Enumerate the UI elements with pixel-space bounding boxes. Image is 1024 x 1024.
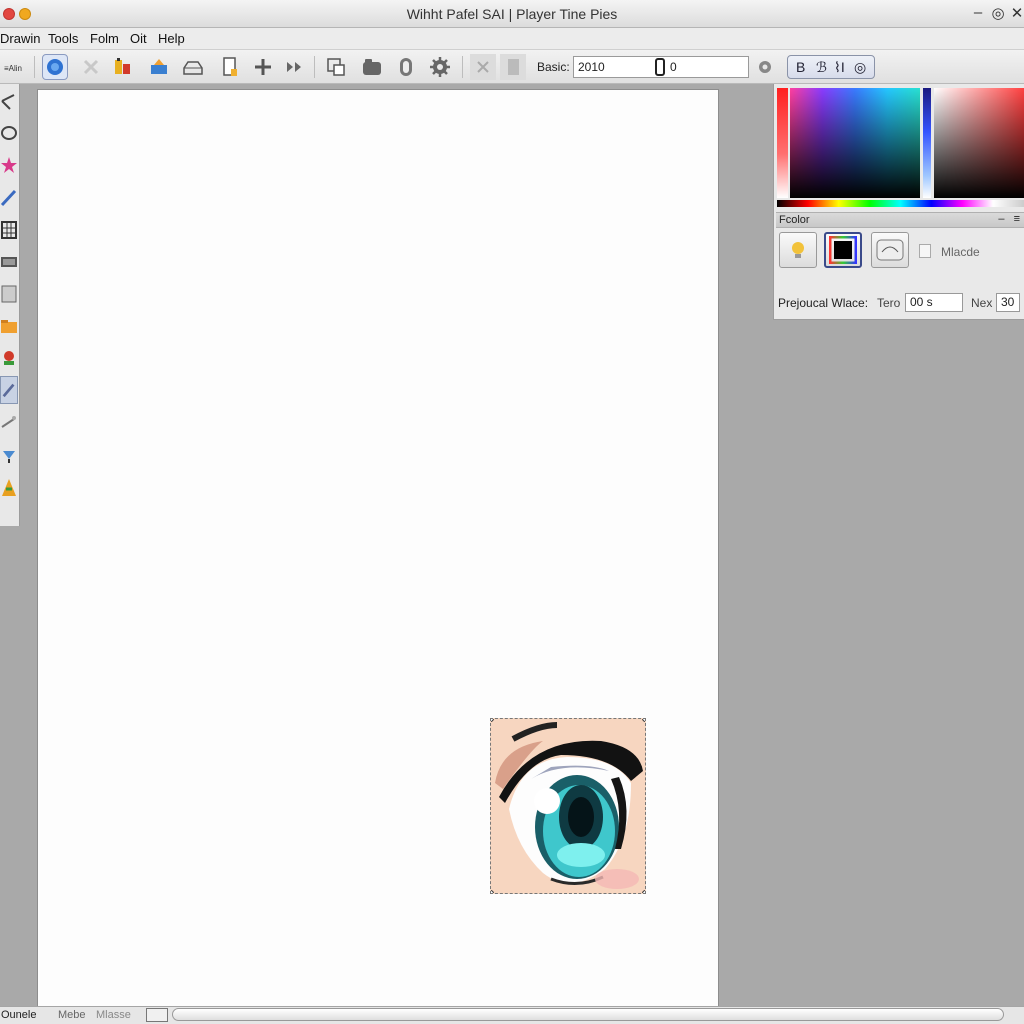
prejoucal-label: Prejoucal Wlace: <box>778 296 869 310</box>
toolbar: ≡Alin Basic: 2010 0 B ℬ ⌇I ◎ <box>0 50 1024 84</box>
tray-icon[interactable] <box>180 54 206 80</box>
menu-help[interactable]: Help <box>158 31 185 46</box>
cone-tool-icon[interactable] <box>0 474 18 502</box>
menu-folm[interactable]: Folm <box>90 31 119 46</box>
grid-tool-icon[interactable] <box>0 216 18 244</box>
menu-drawin[interactable]: Drawin <box>0 31 40 46</box>
status-toggle-icon[interactable] <box>146 1008 168 1022</box>
hue-strip-left[interactable] <box>777 88 788 198</box>
horizontal-scrollbar[interactable] <box>172 1008 1004 1021</box>
paint-tube-icon[interactable] <box>110 54 136 80</box>
layer-tool-icon[interactable] <box>0 280 18 308</box>
restore-button[interactable]: ◎ <box>989 4 1007 22</box>
close-button[interactable]: ✕ <box>1008 4 1024 22</box>
brush-settings-icon[interactable] <box>42 54 68 80</box>
star-tool-icon[interactable] <box>0 152 18 180</box>
selected-eye-artwork[interactable] <box>490 718 646 894</box>
crop-icon[interactable] <box>323 54 349 80</box>
tero-input[interactable]: 00 s <box>905 293 963 312</box>
cancel-icon[interactable] <box>470 54 496 80</box>
toolbar-separator <box>462 56 463 78</box>
status-mid-text: Mebe <box>58 1009 86 1021</box>
menu-oit[interactable]: Oit <box>130 31 147 46</box>
color-panel-header: Fcolor – ≡ <box>776 212 1024 228</box>
title-bar: Wihht Pafel SAI | Player Tine Pies – ◎ ✕ <box>0 0 1024 28</box>
shuffle-icon[interactable] <box>281 54 307 80</box>
capsule-icon[interactable] <box>393 54 419 80</box>
format-button-group: B ℬ ⌇I ◎ <box>787 55 875 79</box>
circle-button[interactable]: ◎ <box>854 59 866 76</box>
meter-icon[interactable] <box>871 232 909 268</box>
plus-icon[interactable] <box>250 54 276 80</box>
minimize-button[interactable]: – <box>969 4 987 21</box>
select-tool-icon[interactable] <box>0 88 18 116</box>
document-icon[interactable] <box>217 54 243 80</box>
basic-value-2: 0 <box>670 60 677 74</box>
saturation-box[interactable] <box>934 88 1024 198</box>
tool-preset-icon[interactable]: ≡Alin <box>2 54 28 80</box>
menu-bar: Drawin Tools Folm Oit Help <box>0 28 1024 50</box>
hue-slider[interactable] <box>923 88 931 198</box>
toolbox <box>0 84 20 526</box>
selection-handle-bottom-left[interactable] <box>491 890 494 893</box>
lasso-tool-icon[interactable] <box>0 120 18 148</box>
color-frame-icon[interactable] <box>824 232 862 268</box>
italic-button[interactable]: ⌇I <box>834 59 845 76</box>
settings-icon[interactable] <box>752 54 778 80</box>
folder-tool-icon[interactable] <box>0 312 18 340</box>
toolbar-separator <box>314 56 315 78</box>
basic-size-value: 2010 <box>578 60 605 74</box>
dropper-tool-icon[interactable] <box>0 440 18 468</box>
svg-text:≡Alin: ≡Alin <box>4 64 22 73</box>
toolbar-separator <box>34 56 35 78</box>
status-mid-text-2: Mlasse <box>96 1009 131 1021</box>
window-title: Wihht Pafel SAI | Player Tine Pies <box>406 6 618 22</box>
drawing-canvas[interactable] <box>38 90 718 1006</box>
color-picker-square[interactable] <box>790 88 920 198</box>
basic-label: Basic: <box>537 60 570 74</box>
light-bulb-icon[interactable] <box>779 232 817 268</box>
close-icon[interactable] <box>78 54 104 80</box>
panel-minimize-button[interactable]: – <box>998 213 1004 225</box>
pen-tool-icon[interactable] <box>0 184 18 212</box>
status-left-text: Ounele <box>1 1009 37 1021</box>
flower-tool-icon[interactable] <box>0 344 18 372</box>
film-tool-icon[interactable] <box>0 248 18 276</box>
color-panel-title: Fcolor <box>779 214 810 226</box>
mlacde-label: Mlacde <box>941 245 980 259</box>
nex-label: Nex <box>971 296 993 310</box>
selection-handle-bottom-right[interactable] <box>642 890 645 893</box>
tero-label: Tero <box>877 296 901 310</box>
menu-tools[interactable]: Tools <box>48 31 78 46</box>
script-button[interactable]: ℬ <box>816 59 827 76</box>
nex-input[interactable]: 30 <box>996 293 1020 312</box>
page-icon[interactable] <box>500 54 526 80</box>
color-spectrum-bar[interactable] <box>777 200 1024 207</box>
panel-menu-button[interactable]: ≡ <box>1014 213 1020 225</box>
brush-tool-icon[interactable] <box>0 376 18 404</box>
nex-value: 30 <box>1001 295 1015 309</box>
bold-button[interactable]: B <box>796 59 805 75</box>
fill-bucket-icon[interactable] <box>146 54 172 80</box>
gear-icon[interactable] <box>427 54 453 80</box>
tero-value: 00 s <box>910 295 933 309</box>
folder-icon[interactable] <box>359 54 385 80</box>
selection-handle-top-right[interactable] <box>642 719 645 722</box>
anime-eye-illustration <box>491 719 645 893</box>
mlacde-checkbox[interactable] <box>919 244 931 258</box>
wand-tool-icon[interactable] <box>0 408 18 436</box>
basic-slider-handle[interactable] <box>655 58 665 76</box>
